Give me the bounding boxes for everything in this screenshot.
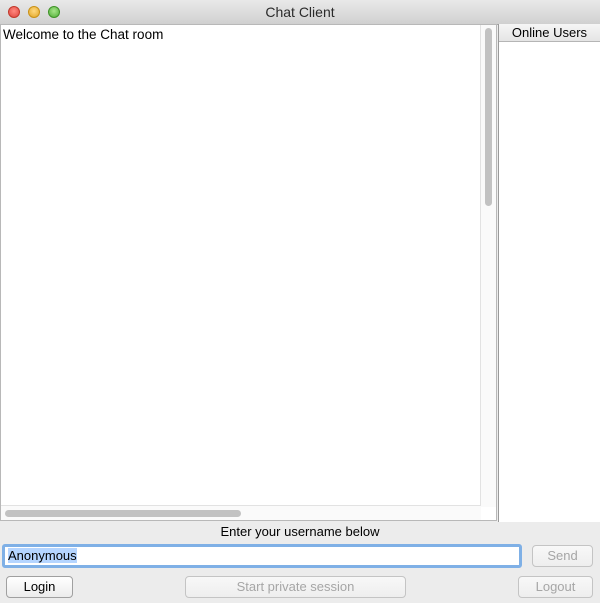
username-input-value: Anonymous xyxy=(8,548,77,563)
chat-client-window: Chat Client Welcome to the Chat room Onl… xyxy=(0,0,600,603)
horizontal-scrollbar[interactable] xyxy=(1,505,481,520)
title-bar[interactable]: Chat Client xyxy=(0,0,600,25)
username-prompt-label: Enter your username below xyxy=(220,524,380,539)
online-users-header: Online Users xyxy=(499,24,600,42)
logout-button[interactable]: Logout xyxy=(518,576,593,598)
horizontal-scroll-thumb[interactable] xyxy=(5,510,241,517)
username-input[interactable]: Anonymous xyxy=(2,544,522,568)
window-title: Chat Client xyxy=(265,4,335,20)
login-button[interactable]: Login xyxy=(6,576,73,598)
chat-message: Welcome to the Chat room xyxy=(3,27,164,42)
online-users-panel: Online Users xyxy=(498,24,600,522)
start-private-session-button[interactable]: Start private session xyxy=(185,576,406,598)
send-button[interactable]: Send xyxy=(532,545,593,567)
vertical-scroll-thumb[interactable] xyxy=(485,28,492,206)
chat-log-area[interactable]: Welcome to the Chat room xyxy=(0,24,497,521)
vertical-scrollbar[interactable] xyxy=(480,25,496,507)
